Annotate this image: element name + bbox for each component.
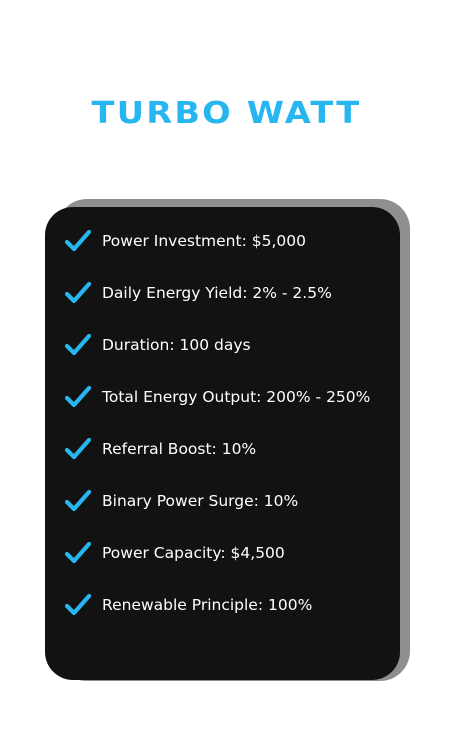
feature-item: Referral Boost: 10% — [45, 433, 400, 465]
feature-label: Total Energy Output: 200% - 250% — [102, 388, 371, 406]
checkmark-icon — [65, 385, 91, 408]
feature-label: Binary Power Surge: 10% — [102, 492, 299, 510]
checkmark-icon — [65, 593, 91, 616]
feature-item: Daily Energy Yield: 2% - 2.5% — [45, 277, 400, 309]
feature-label: Referral Boost: 10% — [102, 440, 257, 458]
feature-item: Total Energy Output: 200% - 250% — [45, 381, 400, 413]
feature-item: Duration: 100 days — [45, 329, 400, 361]
checkmark-icon — [65, 541, 91, 564]
checkmark-icon — [65, 281, 91, 304]
plan-card: Power Investment: $5,000 Daily Energy Yi… — [45, 207, 400, 680]
checkmark-icon — [65, 489, 91, 512]
feature-item: Renewable Principle: 100% — [45, 589, 400, 621]
page-title: TURBO WATT — [91, 96, 362, 131]
feature-item: Power Capacity: $4,500 — [45, 537, 400, 569]
feature-label: Power Capacity: $4,500 — [102, 544, 285, 562]
feature-label: Daily Energy Yield: 2% - 2.5% — [102, 284, 332, 302]
checkmark-icon — [65, 333, 91, 356]
feature-item: Binary Power Surge: 10% — [45, 485, 400, 517]
feature-label: Duration: 100 days — [102, 336, 251, 354]
feature-label: Power Investment: $5,000 — [102, 232, 306, 250]
checkmark-icon — [65, 229, 91, 252]
feature-label: Renewable Principle: 100% — [102, 596, 313, 614]
feature-item: Power Investment: $5,000 — [45, 225, 400, 257]
checkmark-icon — [65, 437, 91, 460]
